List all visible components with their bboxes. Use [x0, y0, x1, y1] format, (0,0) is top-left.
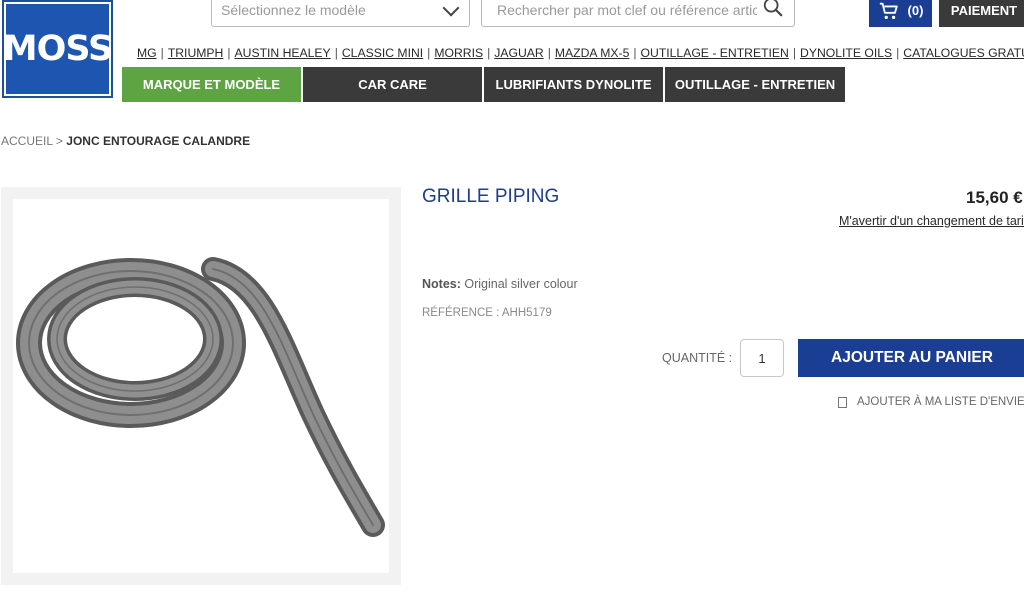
breadcrumb-separator: >	[55, 134, 63, 148]
cart-icon	[879, 2, 898, 19]
wishlist-label: AJOUTER À MA LISTE D'ENVIES	[857, 396, 1024, 408]
cart-button[interactable]: (0)	[869, 0, 932, 27]
notes-label: Notes:	[422, 277, 461, 291]
brand-link-austin-healey[interactable]: AUSTIN HEALEY	[235, 46, 331, 60]
brand-link-classic-mini[interactable]: CLASSIC MINI	[342, 46, 423, 60]
chevron-down-icon	[442, 0, 460, 17]
quantity-label: QUANTITÉ :	[662, 351, 733, 365]
brand-link-jaguar[interactable]: JAGUAR	[494, 46, 543, 60]
separator: |	[334, 46, 338, 60]
product-image[interactable]	[13, 199, 389, 573]
nav-car-care[interactable]: CAR CARE	[303, 67, 482, 102]
product-image-frame	[1, 187, 401, 585]
separator: |	[427, 46, 431, 60]
brand-link-catalogues[interactable]: CATALOGUES GRATUITS	[903, 46, 1024, 60]
product-notes: Notes: Original silver colour	[422, 277, 578, 291]
grille-piping-illustration	[16, 257, 385, 537]
wishlist-checkbox[interactable]	[838, 396, 847, 408]
brand-link-mazda-mx5[interactable]: MAZDA MX-5	[555, 46, 630, 60]
separator: |	[896, 46, 900, 60]
quantity-input[interactable]	[740, 339, 784, 377]
notes-value: Original silver colour	[464, 277, 578, 291]
model-select[interactable]: Sélectionnez le modèle	[211, 0, 470, 27]
model-select-placeholder: Sélectionnez le modèle	[221, 1, 366, 18]
breadcrumb-current: JONC ENTOURAGE CALANDRE	[66, 134, 251, 148]
search-box	[481, 0, 795, 27]
search-icon[interactable]	[762, 0, 784, 18]
nav-marque-modele[interactable]: MARQUE ET MODÈLE	[122, 67, 301, 102]
brand-link-outillage[interactable]: OUTILLAGE - ENTRETIEN	[641, 46, 789, 60]
separator: |	[633, 46, 637, 60]
separator: |	[792, 46, 797, 60]
product-reference: RÉFÉRENCE : AHH5179	[422, 307, 552, 319]
nav-lubrifiants[interactable]: LUBRIFIANTS DYNOLITE	[484, 67, 663, 102]
search-input[interactable]	[497, 1, 757, 18]
add-to-cart-button[interactable]: AJOUTER AU PANIER	[798, 339, 1024, 377]
product-title: GRILLE PIPING	[422, 186, 560, 207]
separator: |	[227, 46, 231, 60]
checkout-button[interactable]: PAIEMENT	[939, 0, 1024, 27]
brand-link-dynolite-oils[interactable]: DYNOLITE OILS	[800, 46, 892, 60]
cart-count: (0)	[907, 3, 924, 18]
separator: |	[487, 46, 491, 60]
brand-link-triumph[interactable]: TRIUMPH	[168, 46, 224, 60]
product-price: 15,60 €	[966, 188, 1023, 207]
brand-link-morris[interactable]: MORRIS	[434, 46, 483, 60]
breadcrumb: ACCUEIL > JONC ENTOURAGE CALANDRE	[1, 134, 250, 148]
brand-link-mg[interactable]: MG	[137, 46, 157, 60]
main-nav: MARQUE ET MODÈLE CAR CARE LUBRIFIANTS DY…	[122, 67, 847, 102]
brand-links: MG | TRIUMPH | AUSTIN HEALEY | CLASSIC MINI…	[137, 46, 1024, 60]
wishlist-link[interactable]: AJOUTER À MA LISTE D'ENVIES	[838, 396, 1024, 408]
nav-outillage[interactable]: OUTILLAGE - ENTRETIEN	[665, 67, 845, 102]
separator: |	[547, 46, 551, 60]
separator: |	[160, 46, 164, 60]
logo-box: MOSS	[2, 4, 113, 94]
breadcrumb-home[interactable]: ACCUEIL	[1, 134, 53, 148]
moss-logo[interactable]: MOSS	[2, 0, 113, 98]
logo-text: MOSS	[2, 29, 113, 69]
price-alert-link[interactable]: M'avertir d'un changement de tarif	[839, 214, 1024, 228]
